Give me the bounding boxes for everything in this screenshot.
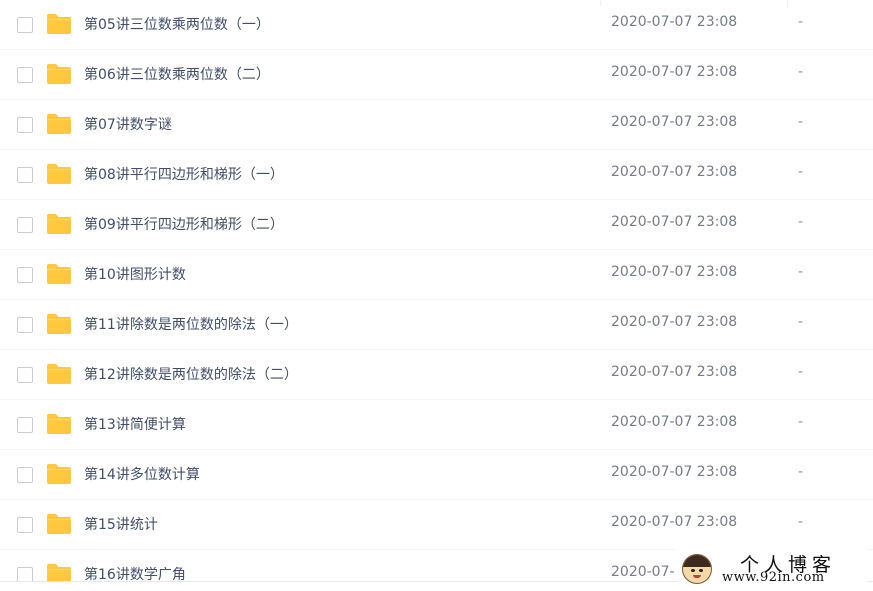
folder-icon: [47, 64, 71, 84]
file-row[interactable]: 第14讲多位数计算 2020-07-07 23:08 -: [0, 450, 873, 500]
file-name-link[interactable]: 第12讲除数是两位数的除法（二）: [84, 364, 298, 384]
folder-icon: [47, 464, 71, 484]
file-row[interactable]: 第15讲统计 2020-07-07 23:08 -: [0, 500, 873, 550]
folder-icon: [47, 14, 71, 34]
row-checkbox[interactable]: [17, 317, 33, 333]
file-name-link[interactable]: 第08讲平行四边形和梯形（一）: [84, 164, 284, 184]
row-checkbox[interactable]: [17, 217, 33, 233]
folder-icon: [47, 314, 71, 334]
folder-icon: [47, 364, 71, 384]
modified-date: 2020-07-07 23:08: [611, 164, 738, 180]
modified-date: 2020-07-07 23:08: [611, 464, 738, 480]
row-checkbox[interactable]: [17, 417, 33, 433]
file-list: 第05讲三位数乘两位数（一） 2020-07-07 23:08 - 第06讲三位…: [0, 0, 873, 581]
file-size: -: [798, 414, 804, 430]
watermark-url: www.92in.com: [722, 570, 825, 585]
file-size: -: [798, 464, 804, 480]
file-size: -: [798, 264, 804, 280]
file-name-link[interactable]: 第13讲简便计算: [84, 414, 186, 434]
row-checkbox[interactable]: [17, 467, 33, 483]
modified-date: 2020-07-07 23:08: [611, 414, 738, 430]
modified-date: 2020-07-07 23:08: [611, 114, 738, 130]
file-size: -: [798, 164, 804, 180]
file-name-link[interactable]: 第06讲三位数乘两位数（二）: [84, 64, 270, 84]
file-size: -: [798, 64, 804, 80]
folder-icon: [47, 514, 71, 534]
folder-icon: [47, 214, 71, 234]
row-checkbox[interactable]: [17, 17, 33, 33]
file-row[interactable]: 第06讲三位数乘两位数（二） 2020-07-07 23:08 -: [0, 50, 873, 100]
row-checkbox[interactable]: [17, 167, 33, 183]
modified-date: 2020-07-07 23:08: [611, 514, 738, 530]
file-name-link[interactable]: 第05讲三位数乘两位数（一）: [84, 14, 270, 34]
modified-date: 2020-07-07 23:08: [611, 264, 738, 280]
modified-date: 2020-07-07 23:08: [611, 64, 738, 80]
file-size: -: [798, 514, 804, 530]
file-row[interactable]: 第07讲数字谜 2020-07-07 23:08 -: [0, 100, 873, 150]
modified-date: 2020-07-: [611, 564, 675, 580]
file-size: -: [798, 114, 804, 130]
file-name-link[interactable]: 第14讲多位数计算: [84, 464, 200, 484]
file-row[interactable]: 第09讲平行四边形和梯形（二） 2020-07-07 23:08 -: [0, 200, 873, 250]
file-row[interactable]: 第13讲简便计算 2020-07-07 23:08 -: [0, 400, 873, 450]
row-checkbox[interactable]: [17, 567, 33, 581]
folder-icon: [47, 414, 71, 434]
file-size: -: [798, 214, 804, 230]
folder-icon: [47, 264, 71, 284]
folder-icon: [47, 164, 71, 184]
file-name-link[interactable]: 第07讲数字谜: [84, 114, 172, 134]
file-row[interactable]: 第11讲除数是两位数的除法（一） 2020-07-07 23:08 -: [0, 300, 873, 350]
folder-icon: [47, 564, 71, 581]
file-name-link[interactable]: 第16讲数学广角: [84, 564, 186, 581]
file-row[interactable]: 第08讲平行四边形和梯形（一） 2020-07-07 23:08 -: [0, 150, 873, 200]
file-name-link[interactable]: 第11讲除数是两位数的除法（一）: [84, 314, 298, 334]
modified-date: 2020-07-07 23:08: [611, 364, 738, 380]
site-watermark: 个人博客 www.92in.com: [678, 548, 868, 590]
row-checkbox[interactable]: [17, 367, 33, 383]
file-size: -: [798, 364, 804, 380]
file-name-link[interactable]: 第15讲统计: [84, 514, 158, 534]
file-row[interactable]: 第10讲图形计数 2020-07-07 23:08 -: [0, 250, 873, 300]
folder-icon: [47, 114, 71, 134]
file-row[interactable]: 第12讲除数是两位数的除法（二） 2020-07-07 23:08 -: [0, 350, 873, 400]
row-checkbox[interactable]: [17, 517, 33, 533]
file-size: -: [798, 314, 804, 330]
file-row[interactable]: 第05讲三位数乘两位数（一） 2020-07-07 23:08 -: [0, 0, 873, 50]
avatar-logo-icon: [682, 554, 712, 584]
row-checkbox[interactable]: [17, 67, 33, 83]
modified-date: 2020-07-07 23:08: [611, 314, 738, 330]
modified-date: 2020-07-07 23:08: [611, 14, 738, 30]
modified-date: 2020-07-07 23:08: [611, 214, 738, 230]
row-checkbox[interactable]: [17, 267, 33, 283]
file-size: -: [798, 14, 804, 30]
file-name-link[interactable]: 第09讲平行四边形和梯形（二）: [84, 214, 284, 234]
file-name-link[interactable]: 第10讲图形计数: [84, 264, 186, 284]
row-checkbox[interactable]: [17, 117, 33, 133]
